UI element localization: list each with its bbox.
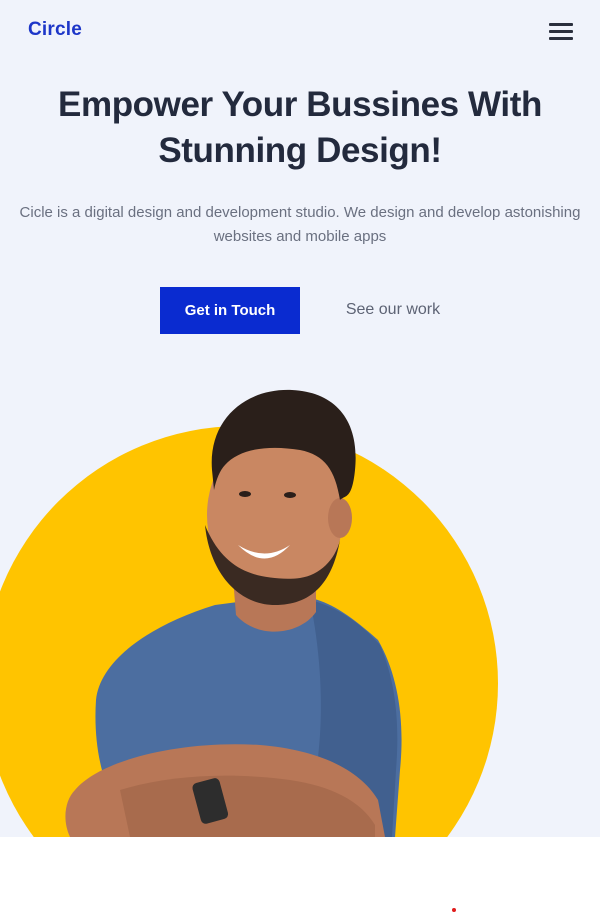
menu-bar-top <box>549 23 573 26</box>
menu-bar-bottom <box>549 37 573 40</box>
get-in-touch-button[interactable]: Get in Touch <box>160 287 300 334</box>
ear-shape <box>328 498 352 538</box>
notification-dot <box>452 908 456 912</box>
logo[interactable]: Circle <box>28 19 82 41</box>
left-eye <box>239 491 251 497</box>
right-eye <box>284 492 296 498</box>
see-our-work-link[interactable]: See our work <box>332 296 454 324</box>
hero-section: Circle Empower Your Bussines With Stunni… <box>0 0 600 837</box>
hero-title: Empower Your Bussines With Stunning Desi… <box>58 85 542 170</box>
menu-bar-middle <box>549 30 573 33</box>
hero-subtitle: Cicle is a digital design and developmen… <box>19 204 581 245</box>
hamburger-menu-icon[interactable] <box>548 21 574 43</box>
smiling-man-photo <box>65 389 402 837</box>
